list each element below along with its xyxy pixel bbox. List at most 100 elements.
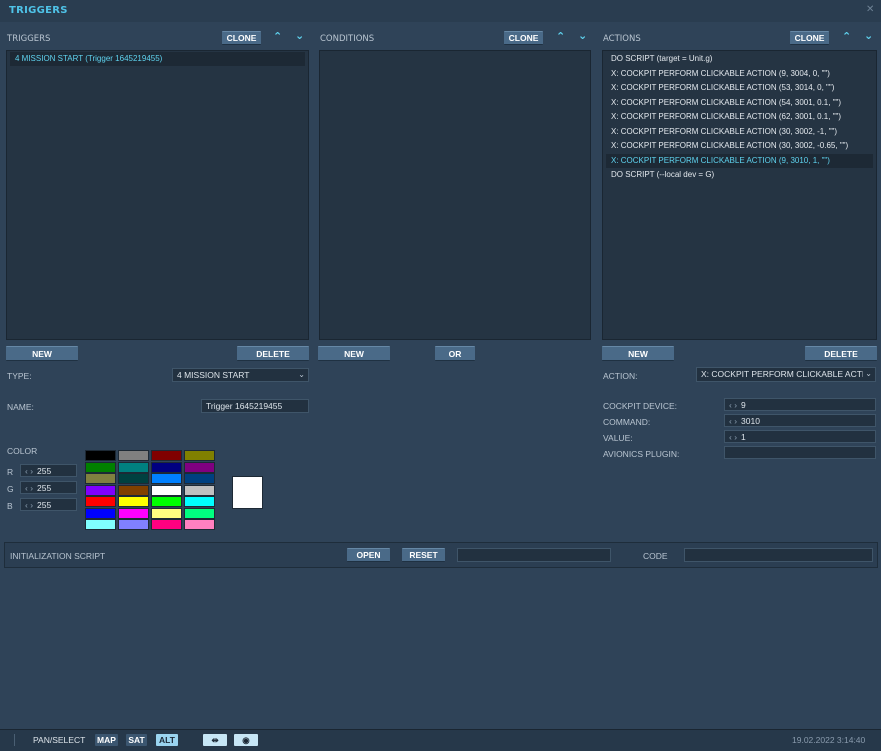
code-field[interactable] [684, 548, 873, 562]
triggers-list[interactable]: 4 MISSION START (Trigger 1645219455) [6, 50, 309, 340]
list-item[interactable]: DO SCRIPT (target = Unit.g) [606, 52, 873, 66]
list-item[interactable]: X: COCKPIT PERFORM CLICKABLE ACTION (30,… [606, 139, 873, 153]
command-stepper[interactable]: ‹ › 3010 [724, 414, 876, 427]
type-value: 4 MISSION START [177, 370, 250, 380]
color-swatch[interactable] [184, 473, 215, 484]
color-swatch[interactable] [151, 507, 182, 519]
name-field[interactable]: Trigger 1645219455 [201, 399, 309, 413]
color-swatch[interactable] [118, 473, 149, 484]
type-dropdown[interactable]: 4 MISSION START ⌄ [172, 368, 309, 382]
chevron-down-icon: ⌄ [298, 370, 305, 379]
conditions-clone-button[interactable]: CLONE [504, 31, 543, 45]
color-swatch[interactable] [184, 450, 215, 461]
current-color-preview [232, 476, 263, 509]
stepper-arrows-icon[interactable]: ‹ › [729, 400, 737, 410]
color-swatch[interactable] [85, 473, 116, 484]
actions-move-up-icon[interactable]: ⌃ [842, 30, 851, 43]
value-label: VALUE: [603, 433, 633, 443]
color-swatch[interactable] [184, 519, 215, 530]
triggers-new-button[interactable]: NEW [6, 346, 78, 361]
color-palette[interactable] [85, 450, 215, 531]
conditions-list[interactable] [319, 50, 591, 340]
list-item[interactable]: X: COCKPIT PERFORM CLICKABLE ACTION (53,… [606, 81, 873, 95]
compass-icon[interactable]: ◉ [234, 734, 258, 746]
color-swatch[interactable] [151, 461, 182, 473]
action-label: ACTION: [603, 371, 638, 381]
color-swatch[interactable] [118, 496, 149, 507]
stepper-arrows-icon[interactable]: ‹ › [729, 432, 737, 442]
color-swatch[interactable] [85, 496, 116, 507]
actions-list[interactable]: DO SCRIPT (target = Unit.g) X: COCKPIT PE… [602, 50, 877, 340]
color-swatch[interactable] [85, 484, 116, 496]
actions-clone-button[interactable]: CLONE [790, 31, 829, 45]
color-swatch[interactable] [85, 461, 116, 473]
color-swatch[interactable] [118, 507, 149, 519]
b-label: B [7, 501, 13, 511]
map-button[interactable]: MAP [95, 734, 118, 746]
conditions-new-button[interactable]: NEW [318, 346, 390, 361]
color-swatch[interactable] [118, 450, 149, 461]
g-stepper[interactable]: ‹ › 255 [20, 481, 77, 494]
actions-new-button[interactable]: NEW [602, 346, 674, 361]
color-swatch[interactable] [85, 507, 116, 519]
command-value: 3010 [741, 416, 760, 426]
color-swatch[interactable] [151, 496, 182, 507]
r-stepper[interactable]: ‹ › 255 [20, 464, 77, 477]
avionics-plugin-field[interactable] [724, 446, 876, 459]
conditions-move-down-icon[interactable]: ⌃ [578, 28, 587, 41]
ruler-icon[interactable]: ⇹ [203, 734, 227, 746]
triggers-move-up-icon[interactable]: ⌃ [273, 30, 282, 43]
cockpit-device-stepper[interactable]: ‹ › 9 [724, 398, 876, 411]
color-swatch[interactable] [118, 484, 149, 496]
triggers-move-down-icon[interactable]: ⌃ [295, 28, 304, 41]
color-swatch[interactable] [184, 461, 215, 473]
stepper-arrows-icon[interactable]: ‹ › [25, 466, 33, 476]
triggers-clone-button[interactable]: CLONE [222, 31, 261, 45]
title-bar [0, 0, 881, 22]
window-title: TRIGGERS [9, 5, 68, 16]
color-swatch[interactable] [85, 519, 116, 530]
code-label: CODE [643, 551, 668, 561]
list-item[interactable]: X: COCKPIT PERFORM CLICKABLE ACTION (30,… [606, 125, 873, 139]
actions-delete-button[interactable]: DELETE [805, 346, 877, 361]
b-stepper[interactable]: ‹ › 255 [20, 498, 77, 511]
color-swatch[interactable] [184, 496, 215, 507]
conditions-or-button[interactable]: OR [435, 346, 475, 361]
init-open-button[interactable]: OPEN [347, 548, 390, 562]
actions-move-down-icon[interactable]: ⌃ [864, 28, 873, 41]
list-item[interactable]: DO SCRIPT (--local dev = G) [606, 168, 873, 182]
list-item[interactable]: 4 MISSION START (Trigger 1645219455) [10, 52, 305, 66]
color-swatch[interactable] [118, 461, 149, 473]
alt-button[interactable]: ALT [156, 734, 178, 746]
list-item[interactable]: X: COCKPIT PERFORM CLICKABLE ACTION (54,… [606, 96, 873, 110]
mode-label[interactable]: PAN/SELECT [33, 735, 85, 745]
g-label: G [7, 484, 14, 494]
list-item[interactable]: X: COCKPIT PERFORM CLICKABLE ACTION (9, … [606, 153, 873, 168]
triggers-delete-button[interactable]: DELETE [237, 346, 309, 361]
color-swatch[interactable] [151, 519, 182, 530]
color-swatch[interactable] [118, 519, 149, 530]
cockpit-device-value: 9 [741, 400, 746, 410]
stepper-arrows-icon[interactable]: ‹ › [25, 500, 33, 510]
color-swatch[interactable] [85, 450, 116, 461]
datetime: 19.02.2022 3:14:40 [792, 735, 866, 745]
list-item[interactable]: X: COCKPIT PERFORM CLICKABLE ACTION (62,… [606, 110, 873, 124]
color-swatch[interactable] [151, 450, 182, 461]
action-dropdown[interactable]: X: COCKPIT PERFORM CLICKABLE ACTIO ⌄ [696, 367, 876, 382]
stepper-arrows-icon[interactable]: ‹ › [25, 483, 33, 493]
color-swatch[interactable] [151, 484, 182, 496]
sat-button[interactable]: SAT [126, 734, 147, 746]
close-icon[interactable]: ✕ [866, 4, 874, 15]
conditions-move-up-icon[interactable]: ⌃ [556, 30, 565, 43]
list-item[interactable]: X: COCKPIT PERFORM CLICKABLE ACTION (9, … [606, 67, 873, 81]
init-script-path-field[interactable] [457, 548, 611, 562]
g-value: 255 [37, 483, 52, 493]
color-swatch[interactable] [184, 507, 215, 519]
stepper-arrows-icon[interactable]: ‹ › [729, 416, 737, 426]
init-script-label: INITIALIZATION SCRIPT [10, 551, 106, 561]
init-reset-button[interactable]: RESET [402, 548, 445, 562]
color-swatch[interactable] [184, 484, 215, 496]
value-stepper[interactable]: ‹ › 1 [724, 430, 876, 443]
r-value: 255 [37, 466, 52, 476]
color-swatch[interactable] [151, 473, 182, 484]
